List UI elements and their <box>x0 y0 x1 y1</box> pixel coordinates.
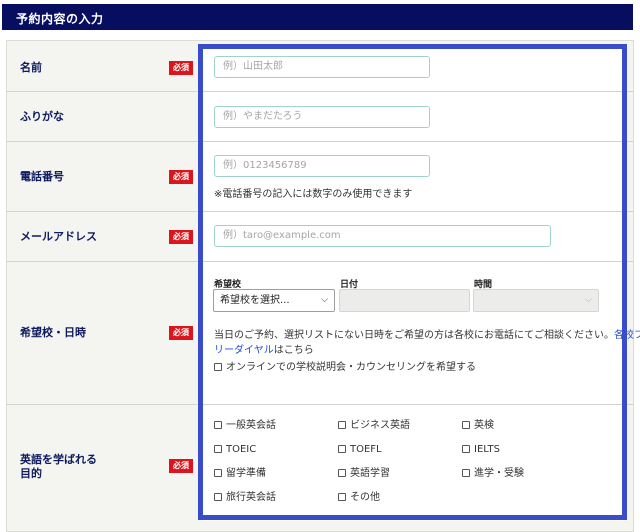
highlight-frame <box>198 44 627 520</box>
school-label: 希望校・日時 <box>20 326 86 339</box>
furigana-label: ふりがな <box>20 110 64 123</box>
required-badge: 必須 <box>169 326 193 340</box>
phone-label: 電話番号 <box>20 170 64 183</box>
section-title: 予約内容の入力 <box>16 12 104 26</box>
section-header: 予約内容の入力 <box>2 4 633 30</box>
required-badge: 必須 <box>169 170 193 184</box>
purpose-label-line2: 目的 <box>20 467 42 480</box>
required-badge: 必須 <box>169 61 193 75</box>
email-label: メールアドレス <box>20 230 97 243</box>
required-badge: 必須 <box>169 230 193 244</box>
required-badge: 必須 <box>169 459 193 473</box>
name-label: 名前 <box>20 61 42 74</box>
